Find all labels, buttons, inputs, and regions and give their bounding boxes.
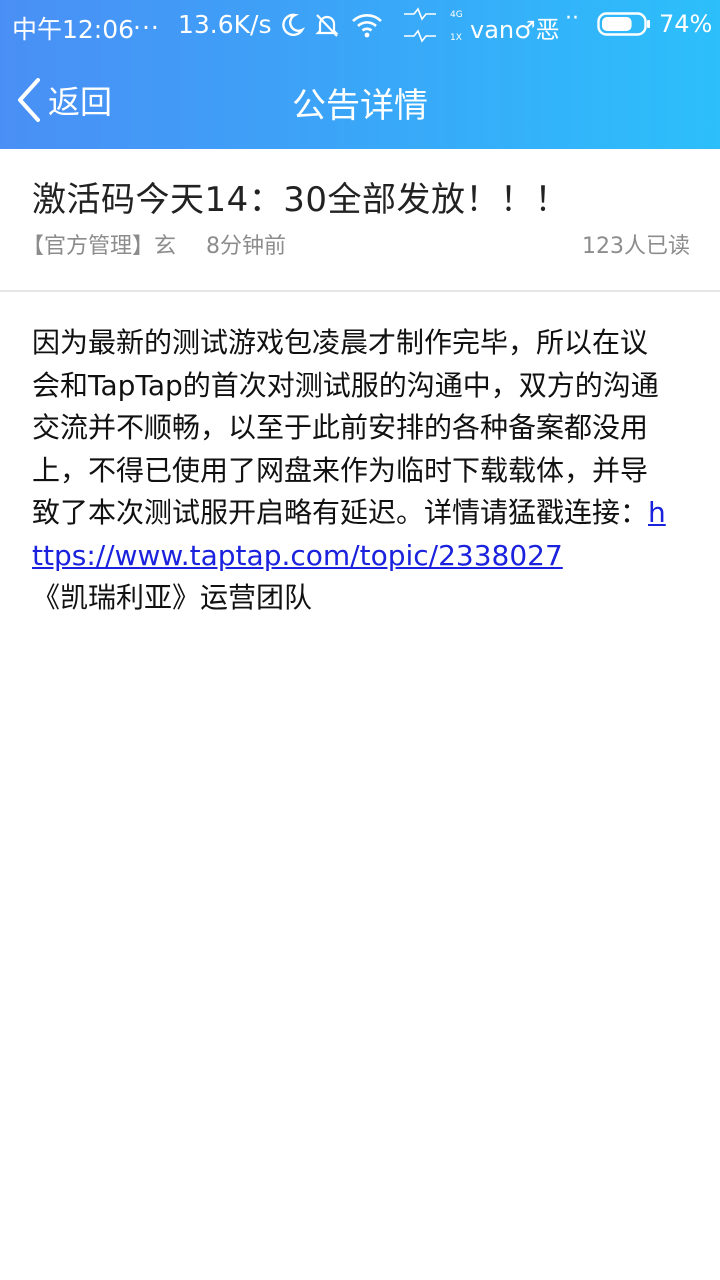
announcement-title: 激活码今天14：30全部发放！！！ <box>32 180 570 220</box>
app-header: 中午12:06 ... 13.6K/s 4G 1X van♂恶 ·· 74% 返… <box>0 0 720 149</box>
status-bar: 中午12:06 ... 13.6K/s 4G 1X van♂恶 ·· 74% <box>0 0 720 50</box>
signal-4g-label: 4G <box>450 10 463 20</box>
signature: 《凯瑞利亚》运营团队 <box>32 581 313 614</box>
status-more-icon: ... <box>133 6 160 35</box>
announcement-body: 因为最新的测试游戏包凌晨才制作完毕，所以在议会和TapTap的首次对测试服的沟通… <box>32 322 672 620</box>
author-label: 【官方管理】玄 <box>22 234 177 259</box>
status-time: 中午12:06 <box>12 15 135 44</box>
bell-muted-icon <box>315 14 339 37</box>
battery-icon <box>597 12 650 36</box>
wifi-icon <box>352 14 382 38</box>
read-count: 123人已读 <box>582 234 690 259</box>
status-net-speed: 13.6K/s <box>178 10 272 39</box>
signal-1x-label: 1X <box>450 33 462 43</box>
cellular-signal-icon: 4G 1X <box>404 7 463 43</box>
body-paragraph: 因为最新的测试游戏包凌晨才制作完毕，所以在议会和TapTap的首次对测试服的沟通… <box>32 326 659 529</box>
moon-icon <box>282 13 306 37</box>
post-time: 8分钟前 <box>206 234 286 259</box>
status-battery-percent: 74% <box>659 10 713 38</box>
announcement-meta: 【官方管理】玄 8分钟前 123人已读 <box>22 228 690 259</box>
status-carrier: van♂恶 <box>470 16 560 44</box>
status-carrier-dots: ·· <box>565 6 579 31</box>
divider <box>0 290 720 292</box>
page-title: 公告详情 <box>292 86 428 126</box>
